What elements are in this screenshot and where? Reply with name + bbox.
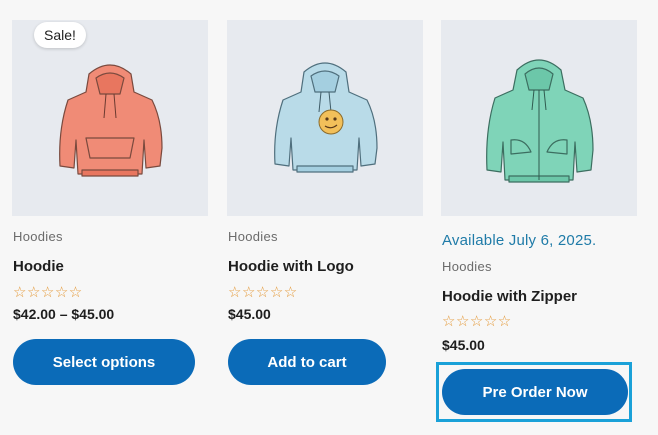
product-title[interactable]: Hoodie — [13, 258, 64, 275]
product-price: $42.00 – $45.00 — [13, 306, 115, 322]
product-image-hoodie[interactable] — [12, 20, 208, 216]
product-category[interactable]: Hoodies — [13, 229, 63, 244]
product-image-hoodie-with-zipper[interactable] — [441, 20, 637, 216]
orange-hoodie-image — [59, 64, 163, 177]
product-title[interactable]: Hoodie with Logo — [228, 258, 354, 275]
blue-hoodie-image — [274, 62, 378, 173]
product-category[interactable]: Hoodies — [442, 259, 492, 274]
star-rating: ☆☆☆☆☆ — [442, 313, 512, 330]
product-title[interactable]: Hoodie with Zipper — [442, 288, 577, 305]
pre-order-now-button[interactable]: Pre Order Now — [442, 369, 628, 415]
product-price: $45.00 — [228, 306, 271, 322]
add-to-cart-button[interactable]: Add to cart — [228, 339, 386, 385]
sale-badge: Sale! — [34, 22, 86, 48]
select-options-button[interactable]: Select options — [13, 339, 195, 385]
star-rating: ☆☆☆☆☆ — [13, 284, 83, 301]
product-image-hoodie-with-logo[interactable] — [227, 20, 423, 216]
product-category[interactable]: Hoodies — [228, 229, 278, 244]
availability-date: Available July 6, 2025. — [442, 232, 597, 249]
product-price: $45.00 — [442, 337, 485, 353]
green-zip-hoodie-image — [486, 59, 594, 183]
star-rating: ☆☆☆☆☆ — [228, 284, 298, 301]
